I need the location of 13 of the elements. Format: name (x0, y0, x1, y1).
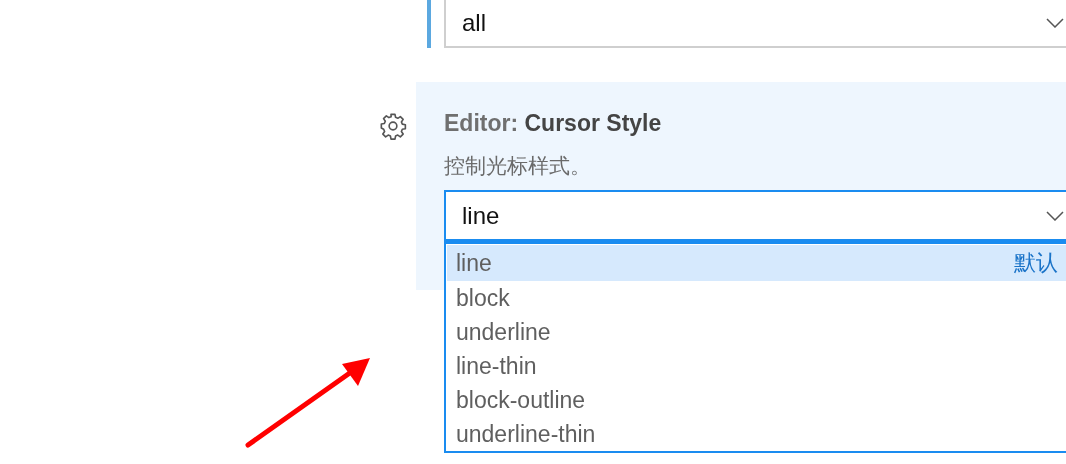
setting-title: Editor: Cursor Style (444, 110, 663, 138)
settings-icon[interactable] (379, 112, 407, 140)
dropdown-option[interactable]: line 默认 (447, 245, 1066, 281)
dropdown-option[interactable]: underline (447, 315, 1066, 349)
dropdown-option[interactable]: block (447, 281, 1066, 315)
chevron-down-icon (1046, 210, 1064, 221)
setting-description: 控制光标样式。 (444, 153, 592, 179)
dropdown-option[interactable]: block-outline (447, 383, 1066, 417)
select-dropdown[interactable]: all (444, 0, 1066, 48)
dropdown-option[interactable]: underline-thin (447, 417, 1066, 451)
select-dropdown[interactable]: line (444, 190, 1066, 241)
dropdown-option[interactable]: line-thin (447, 349, 1066, 383)
chevron-down-icon (1046, 18, 1064, 28)
